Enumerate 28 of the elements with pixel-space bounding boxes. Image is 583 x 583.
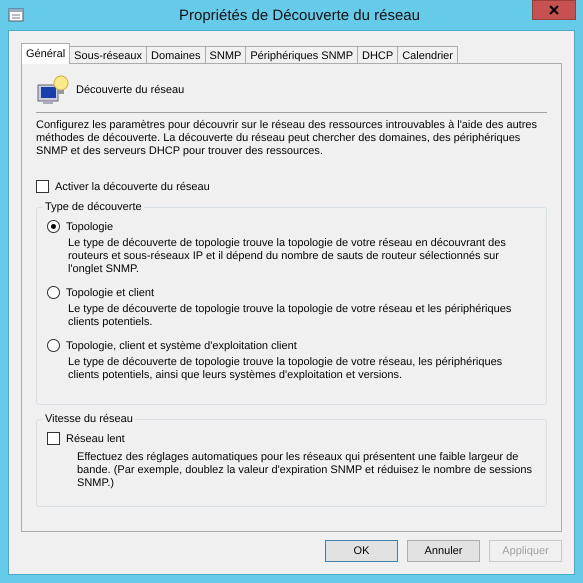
option-description: Le type de découverte de topologie trouve la topologie de votre réseau et les périphériques clients potentiels.	[68, 303, 512, 329]
radio-label: Topologie et client	[66, 286, 154, 298]
radio-button[interactable]	[47, 339, 60, 352]
window-icon	[8, 7, 24, 23]
tab[interactable]: Général	[21, 43, 70, 64]
radio-button[interactable]	[47, 286, 60, 299]
computer-bulb-icon	[36, 75, 70, 105]
option-description: Le type de découverte de topologie trouve la topologie de votre réseau en découvrant des routeurs et sous-réseaux IP et il dépend du nombre de sauts de routeur sélectionnés sur l'onglet SNMP.	[68, 237, 507, 276]
checkbox-label: Activer la découverte du réseau	[55, 180, 210, 192]
group-title: Vitesse du réseau	[43, 413, 135, 425]
checkbox[interactable]	[36, 180, 49, 193]
checkbox-label: Réseau lent	[66, 432, 125, 444]
window-title: Propriétés de Découverte du réseau	[179, 6, 420, 24]
section-title: Découverte du réseau	[76, 84, 184, 96]
radio-label: Topologie	[66, 220, 114, 232]
option-description: Effectuez des réglages automatiques pour les réseaux qui présentent une faible largeur de bande. (Par exemple, doublez la valeur d'expiration SNMP et réduisez le nombre de sessions SNMP.)	[77, 451, 533, 490]
checkbox[interactable]	[47, 432, 60, 445]
dialog-button[interactable]: OK	[325, 540, 398, 562]
option-description: Le type de découverte de topologie trouve la topologie de votre réseau, les périphériques clients potentiels, ainsi que leurs systèmes d'exploitation et versions.	[68, 356, 504, 382]
close-button[interactable]	[532, 0, 576, 20]
dialog-button[interactable]: Annuler	[407, 540, 480, 562]
group-title: Type de découverte	[43, 201, 144, 213]
description-text: Configurez les paramètres pour découvrir sur le réseau des ressources introuvables à l'aide des autres méthodes de découverte. La découverte du réseau peut chercher des domaines, des périphériques SNMP et des serveurs DHCP pour trouver des ressources.	[36, 119, 538, 158]
tab[interactable]: Périphériques SNMP	[245, 46, 358, 64]
tab[interactable]: Calendrier	[397, 46, 458, 64]
radio-label: Topologie, client et système d'exploitation client	[66, 340, 297, 352]
radio-button[interactable]	[47, 220, 60, 233]
close-icon	[549, 5, 559, 15]
